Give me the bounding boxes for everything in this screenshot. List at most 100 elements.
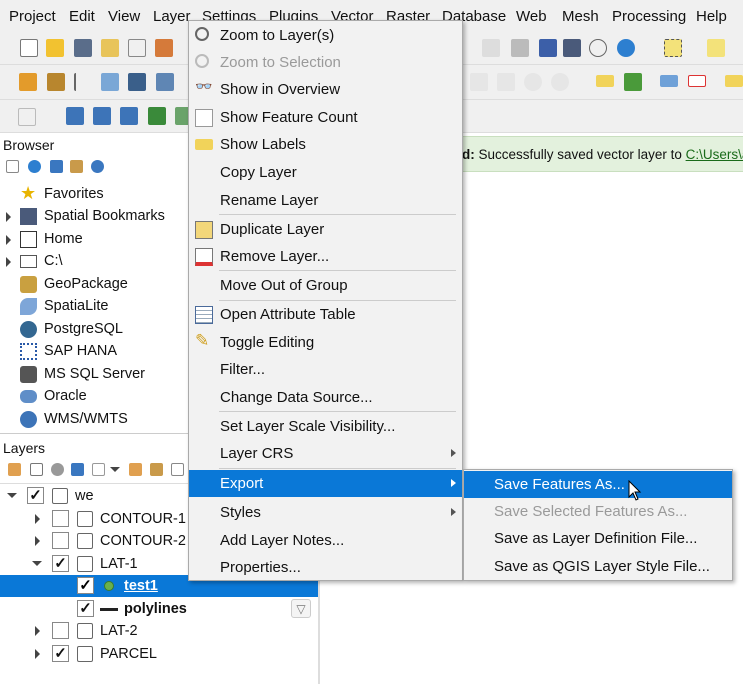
menu-copy-layer[interactable]: Copy Layer xyxy=(189,159,462,186)
add-group-icon[interactable] xyxy=(30,463,43,476)
refresh-icon[interactable] xyxy=(617,39,635,57)
expression-filter-icon[interactable] xyxy=(92,463,105,476)
tiles-icon[interactable] xyxy=(148,107,166,125)
menu-show-feature-count[interactable]: Show Feature Count xyxy=(189,104,462,131)
remove-layer-icon[interactable] xyxy=(171,463,184,476)
menu-set-layer-scale-visibility[interactable]: Set Layer Scale Visibility... xyxy=(189,413,462,440)
expand-arrow-icon[interactable] xyxy=(35,514,40,524)
layer-checkbox[interactable]: ✓ xyxy=(77,600,94,617)
layer-checkbox[interactable] xyxy=(52,510,69,527)
menu-open-attribute-table[interactable]: Open Attribute Table xyxy=(189,301,462,328)
copy-icon[interactable] xyxy=(470,73,488,91)
menu-properties[interactable]: Properties... xyxy=(189,554,462,581)
label-icon[interactable] xyxy=(596,75,614,87)
kml-icon[interactable] xyxy=(66,107,84,125)
menu-mesh[interactable]: Mesh xyxy=(562,8,599,25)
menu-zoom-to-selection[interactable]: Zoom to Selection xyxy=(189,49,462,76)
menu-rename-layer[interactable]: Rename Layer xyxy=(189,187,462,214)
filter-legend-icon[interactable] xyxy=(71,463,84,476)
expand-all-icon[interactable] xyxy=(129,463,142,476)
add-delimited-icon[interactable] xyxy=(74,73,92,91)
expand-arrow-icon[interactable] xyxy=(35,536,40,546)
menu-edit[interactable]: Edit xyxy=(69,8,95,25)
show-bookmarks-icon[interactable] xyxy=(563,39,581,57)
collapse-all-icon[interactable] xyxy=(70,160,83,173)
add-selected-icon[interactable] xyxy=(6,160,19,173)
new-project-icon[interactable] xyxy=(20,39,38,57)
collapse-arrow-icon[interactable] xyxy=(7,493,17,498)
menu-project[interactable]: Project xyxy=(9,8,56,25)
expand-arrow-icon[interactable] xyxy=(35,649,40,659)
menu-change-data-source[interactable]: Change Data Source... xyxy=(189,384,462,411)
menu-save-features-as[interactable]: Save Features As... xyxy=(464,471,732,498)
expand-arrow-icon[interactable] xyxy=(35,626,40,636)
open-project-icon[interactable] xyxy=(46,39,64,57)
print-layout-icon[interactable] xyxy=(128,39,146,57)
menu-styles[interactable]: Styles xyxy=(189,499,462,526)
data-source-manager-icon[interactable] xyxy=(19,73,37,91)
menu-toggle-editing[interactable]: ✎ Toggle Editing xyxy=(189,329,462,356)
identify-icon[interactable] xyxy=(18,108,36,126)
style-panel-icon[interactable] xyxy=(8,463,21,476)
add-vector-icon[interactable] xyxy=(47,73,65,91)
attribute-select-icon[interactable] xyxy=(707,39,725,57)
paste-icon[interactable] xyxy=(497,73,515,91)
layer-group-parcel[interactable]: ✓ PARCEL xyxy=(0,643,318,665)
move-label-icon[interactable] xyxy=(725,75,743,87)
kmz-icon[interactable] xyxy=(93,107,111,125)
redo-icon[interactable] xyxy=(551,73,569,91)
add-layer-icon[interactable] xyxy=(511,39,529,57)
save-project-icon[interactable] xyxy=(74,39,92,57)
menu-show-labels[interactable]: Show Labels xyxy=(189,131,462,158)
message-path-link[interactable]: C:\Users\a xyxy=(686,147,743,162)
menu-move-out-of-group[interactable]: Move Out of Group xyxy=(189,272,462,299)
layer-checkbox[interactable]: ✓ xyxy=(27,487,44,504)
refresh-icon[interactable] xyxy=(28,160,41,173)
menu-help[interactable]: Help xyxy=(696,8,727,25)
add-mesh-icon[interactable] xyxy=(156,73,174,91)
expand-arrow-icon[interactable] xyxy=(6,257,11,267)
layer-checkbox[interactable]: ✓ xyxy=(52,645,69,662)
menu-view[interactable]: View xyxy=(108,8,140,25)
expand-arrow-icon[interactable] xyxy=(6,235,11,245)
properties-icon[interactable] xyxy=(91,160,104,173)
undo-icon[interactable] xyxy=(524,73,542,91)
layer-checkbox[interactable]: ✓ xyxy=(77,577,94,594)
menu-export[interactable]: Export xyxy=(189,470,462,497)
new-layer-icon[interactable] xyxy=(482,39,500,57)
collapse-arrow-icon[interactable] xyxy=(32,561,42,566)
bookmark-icon[interactable] xyxy=(539,39,557,57)
html-icon[interactable] xyxy=(120,107,138,125)
menu-save-qgis-style[interactable]: Save as QGIS Layer Style File... xyxy=(464,553,732,580)
add-wms-icon[interactable] xyxy=(128,73,146,91)
diagram-icon[interactable] xyxy=(624,73,642,91)
pin-label-icon[interactable] xyxy=(660,75,678,87)
menu-save-layer-definition[interactable]: Save as Layer Definition File... xyxy=(464,525,732,552)
layer-checkbox[interactable] xyxy=(52,532,69,549)
hide-label-icon[interactable] xyxy=(688,75,706,87)
style-manager-icon[interactable] xyxy=(155,39,173,57)
expand-arrow-icon[interactable] xyxy=(6,212,11,222)
menu-remove-layer[interactable]: Remove Layer... xyxy=(189,243,462,270)
clock-icon[interactable] xyxy=(589,39,607,57)
menu-add-layer-notes[interactable]: Add Layer Notes... xyxy=(189,527,462,554)
menu-layer-crs[interactable]: Layer CRS xyxy=(189,440,462,467)
menu-web[interactable]: Web xyxy=(516,8,547,25)
digitize-icon[interactable] xyxy=(101,73,119,91)
dropdown-arrow-icon[interactable] xyxy=(110,467,120,472)
filter-icon[interactable] xyxy=(50,160,63,173)
filter-indicator-icon[interactable]: ▽ xyxy=(291,599,311,618)
layer-group-lat-2[interactable]: LAT-2 xyxy=(0,620,318,642)
save-as-icon[interactable] xyxy=(101,39,119,57)
menu-filter[interactable]: Filter... xyxy=(189,356,462,383)
select-features-icon[interactable] xyxy=(664,39,682,57)
collapse-all-icon[interactable] xyxy=(150,463,163,476)
menu-processing[interactable]: Processing xyxy=(612,8,686,25)
menu-layer[interactable]: Layer xyxy=(153,8,191,25)
menu-duplicate-layer[interactable]: Duplicate Layer xyxy=(189,216,462,243)
menu-show-in-overview[interactable]: 👓 Show in Overview xyxy=(189,76,462,103)
menu-zoom-to-layer[interactable]: Zoom to Layer(s) xyxy=(189,22,462,49)
menu-save-selected-features-as[interactable]: Save Selected Features As... xyxy=(464,498,732,525)
visibility-icon[interactable] xyxy=(51,463,64,476)
layer-polylines[interactable]: ✓ polylines ▽ xyxy=(0,598,318,620)
